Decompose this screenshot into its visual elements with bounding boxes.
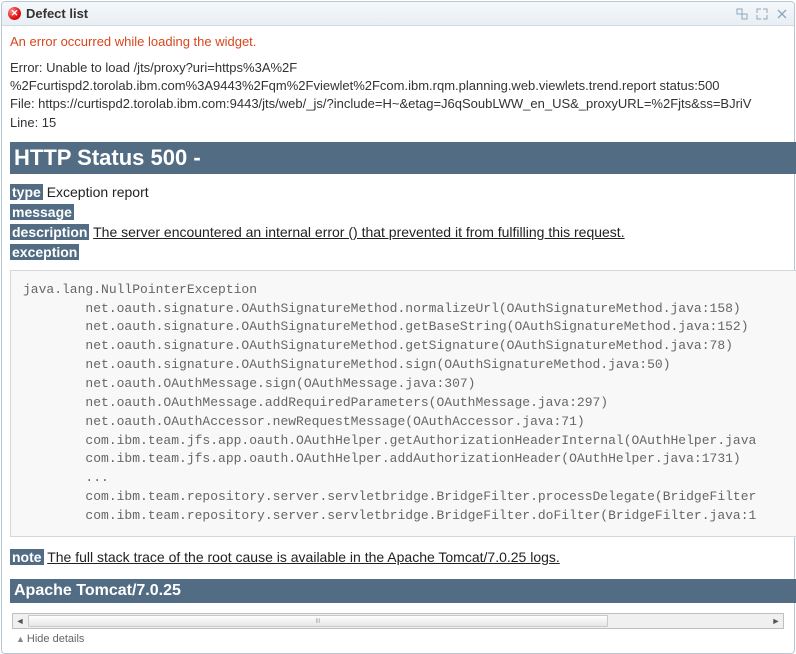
maximize-icon[interactable] <box>756 8 768 20</box>
report-note-value: The full stack trace of the root cause i… <box>47 549 560 565</box>
settings-icon[interactable] <box>736 8 748 20</box>
scrollbar-track[interactable] <box>27 614 769 628</box>
scrollbar-thumb[interactable] <box>28 615 608 627</box>
scroll-left-button[interactable]: ◄ <box>13 614 27 628</box>
widget-panel: ✕ Defect list An error occurred while lo… <box>1 1 795 654</box>
server-error-report: HTTP Status 500 - type Exception report … <box>10 142 796 603</box>
report-description-row: description The server encountered an in… <box>10 224 796 240</box>
hide-details-label: Hide details <box>27 633 84 645</box>
hide-details-link[interactable]: ▲Hide details <box>10 631 786 651</box>
widget-title: Defect list <box>26 6 736 21</box>
title-actions <box>736 8 788 20</box>
report-note-label: note <box>10 549 44 565</box>
report-exception-label: exception <box>10 244 79 260</box>
http-status-banner: HTTP Status 500 - <box>10 142 796 174</box>
horizontal-scrollbar[interactable]: ◄ ► <box>12 613 784 629</box>
report-type-row: type Exception report <box>10 184 796 200</box>
scroll-right-button[interactable]: ► <box>769 614 783 628</box>
report-note-row: note The full stack trace of the root ca… <box>10 549 796 565</box>
widget-titlebar: ✕ Defect list <box>2 2 794 26</box>
widget-body: An error occurred while loading the widg… <box>2 26 794 653</box>
report-message-label: message <box>10 204 74 220</box>
stack-trace: java.lang.NullPointerException net.oauth… <box>10 270 796 537</box>
error-detail: Error: Unable to load /jts/proxy?uri=htt… <box>10 59 786 132</box>
report-exception-row: exception <box>10 244 796 260</box>
close-icon[interactable] <box>776 8 788 20</box>
error-summary: An error occurred while loading the widg… <box>10 34 786 49</box>
footer-banner: Apache Tomcat/7.0.25 <box>10 579 796 603</box>
error-icon: ✕ <box>8 7 21 20</box>
report-type-value: Exception report <box>47 184 149 200</box>
chevron-up-icon: ▲ <box>16 634 25 644</box>
report-description-value: The server encountered an internal error… <box>93 224 624 240</box>
report-description-label: description <box>10 224 89 240</box>
report-message-row: message <box>10 204 796 220</box>
report-type-label: type <box>10 184 43 200</box>
